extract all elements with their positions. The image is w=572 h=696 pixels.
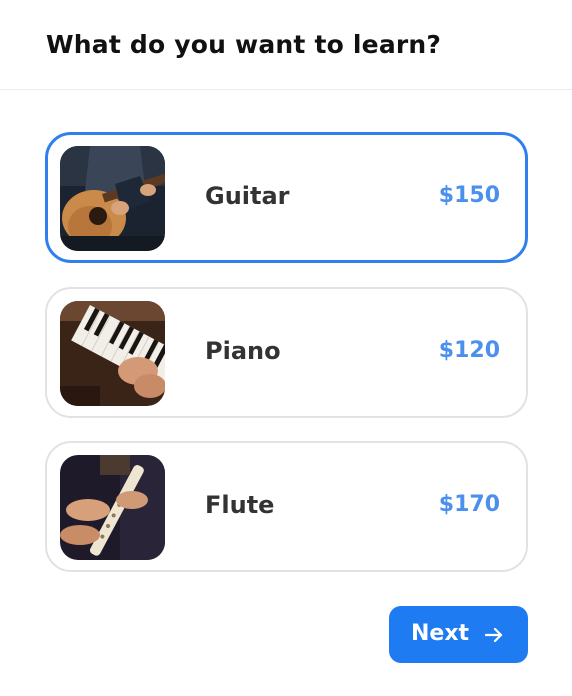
- arrow-right-icon: [484, 625, 504, 645]
- page-header: What do you want to learn?: [0, 0, 572, 90]
- option-label: Guitar: [205, 182, 290, 210]
- option-price: $170: [438, 492, 500, 517]
- guitar-photo: [60, 146, 165, 251]
- next-button[interactable]: Next: [389, 606, 528, 663]
- flute-photo: [60, 455, 165, 560]
- piano-photo: [60, 301, 165, 406]
- next-button-label: Next: [411, 621, 470, 646]
- option-card-guitar[interactable]: Guitar $150: [45, 132, 528, 263]
- option-card-piano[interactable]: Piano $120: [45, 287, 528, 418]
- option-label: Piano: [205, 337, 281, 365]
- option-price: $120: [438, 338, 500, 363]
- option-label: Flute: [205, 491, 275, 519]
- page-title: What do you want to learn?: [46, 30, 442, 59]
- option-price: $150: [438, 183, 500, 208]
- option-card-flute[interactable]: Flute $170: [45, 441, 528, 572]
